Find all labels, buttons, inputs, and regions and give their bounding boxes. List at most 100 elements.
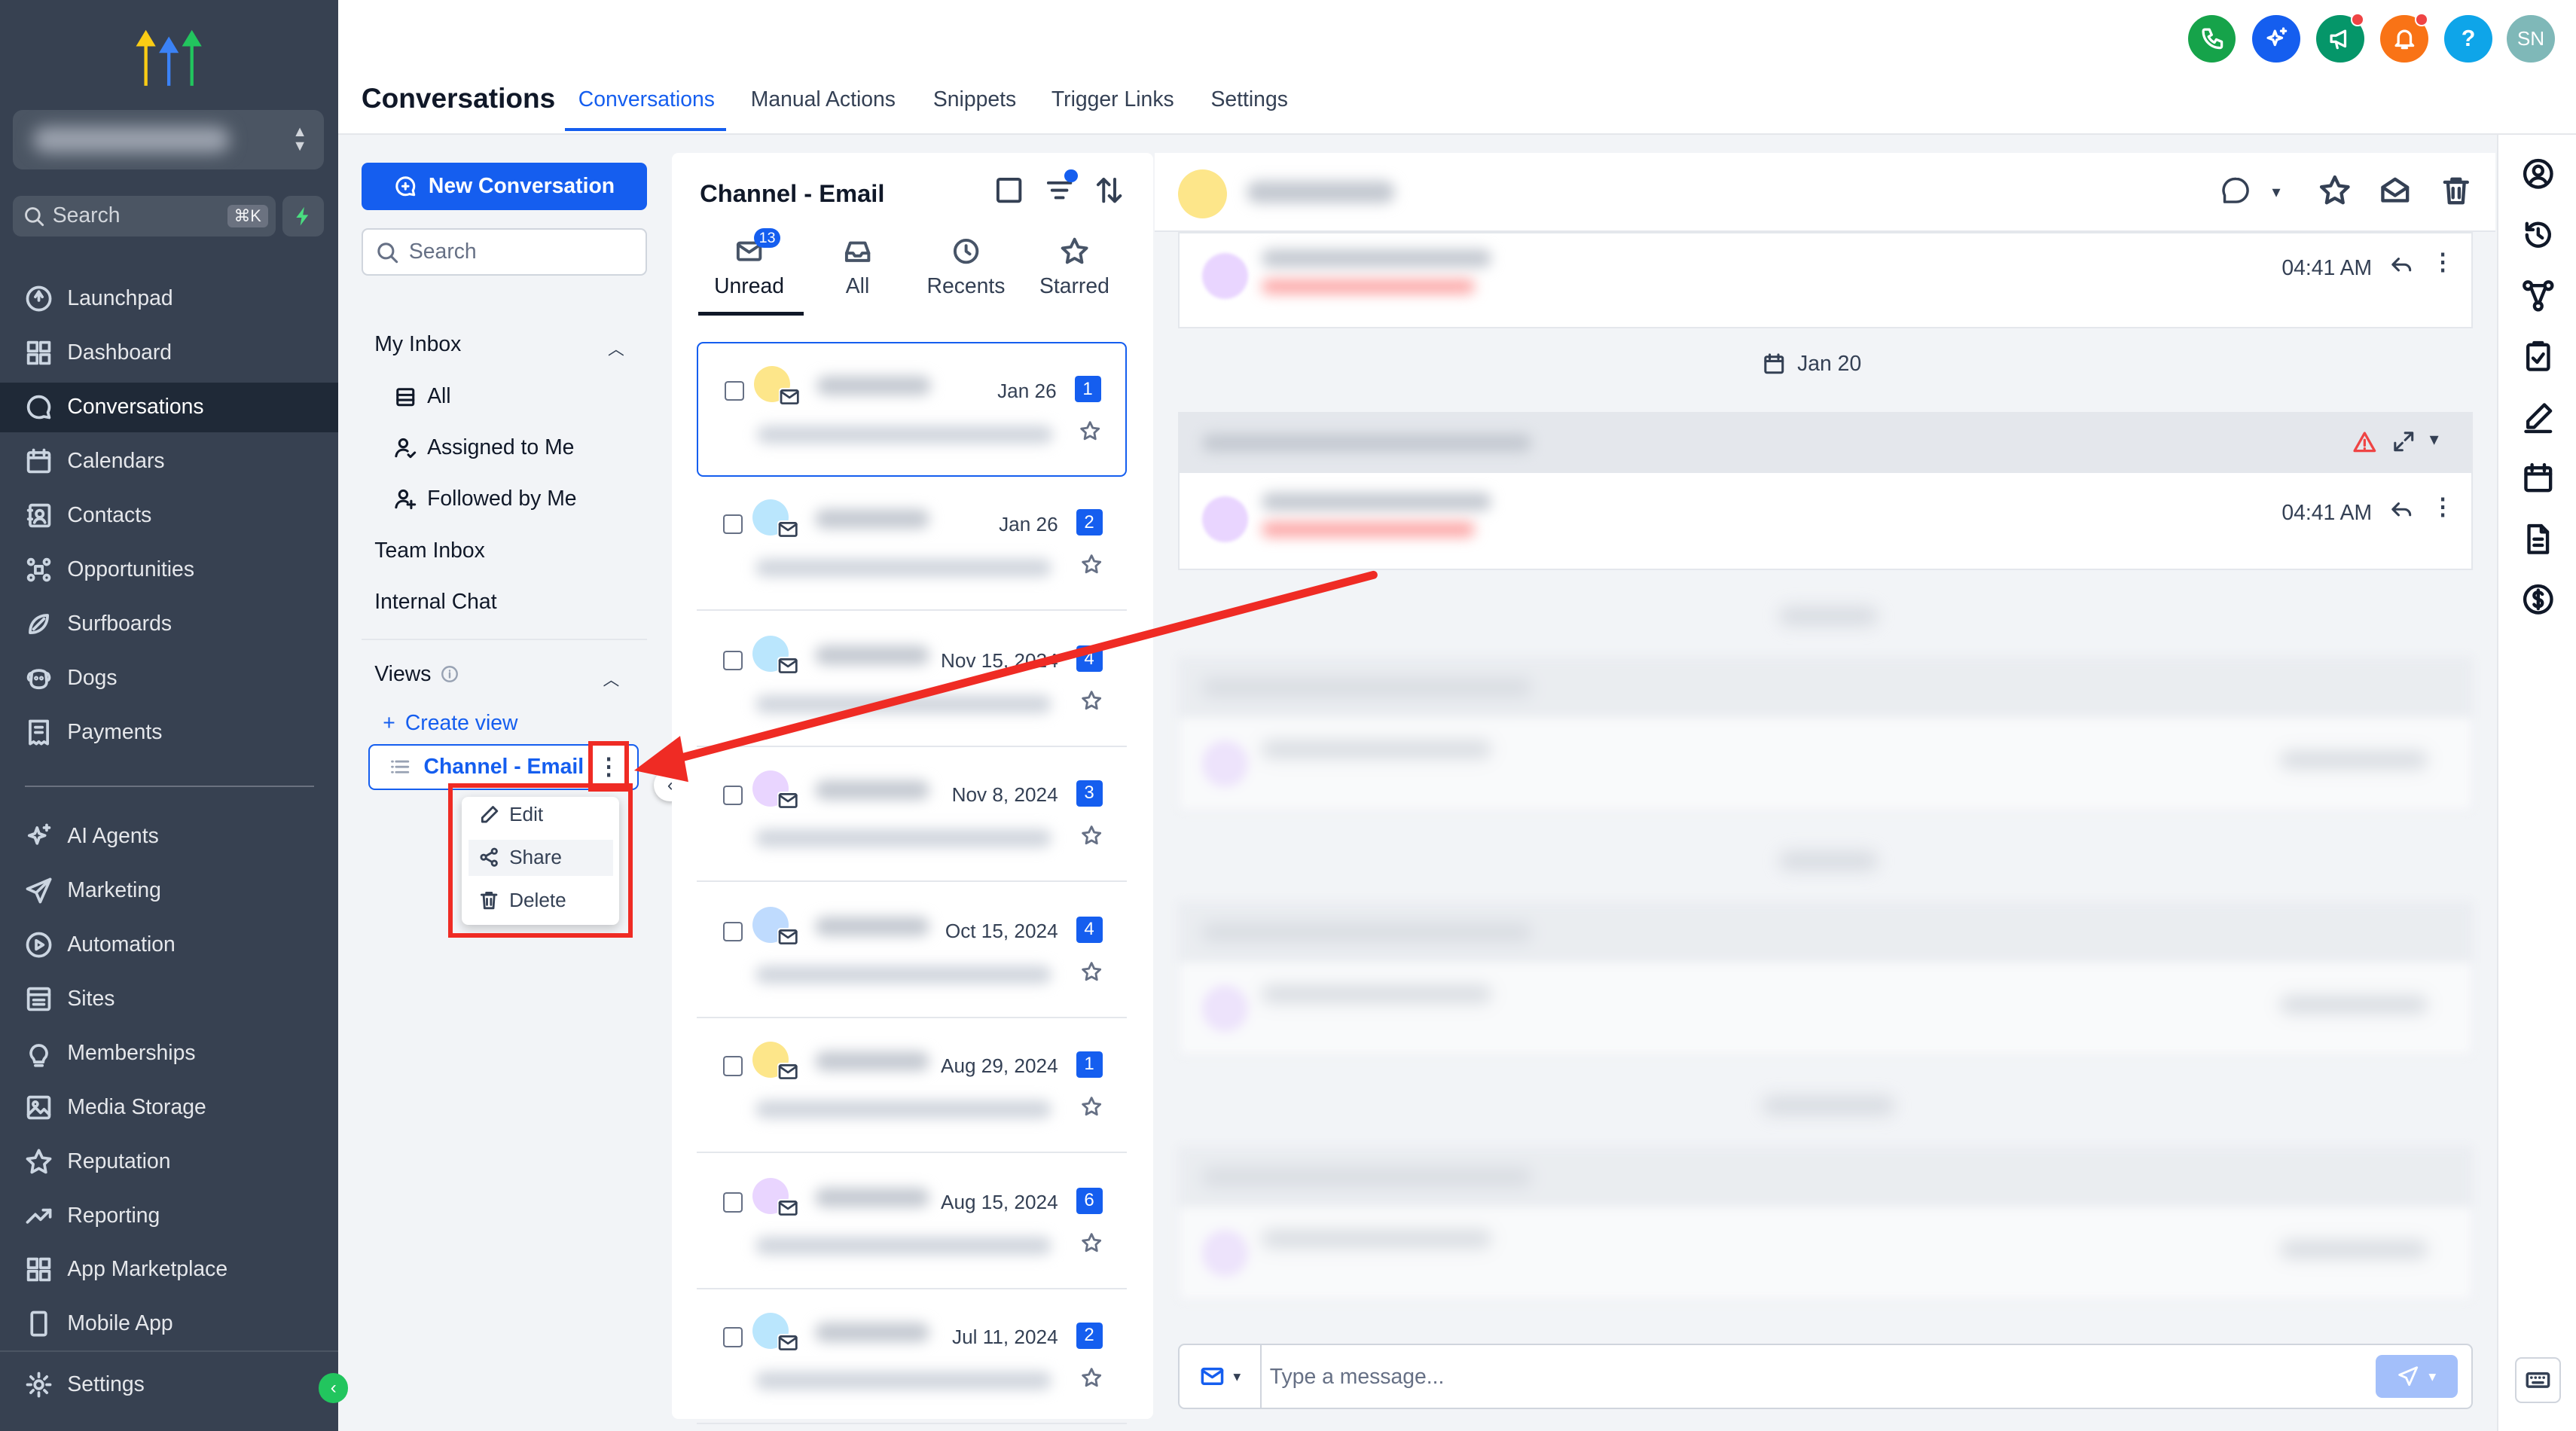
tab-manual-actions[interactable]: Manual Actions xyxy=(751,87,896,112)
conversation-row[interactable]: Nov 8, 2024 3 xyxy=(696,747,1128,883)
star-icon[interactable] xyxy=(1081,1232,1102,1253)
reply-button[interactable] xyxy=(2390,498,2413,521)
conversation-row[interactable]: Jul 11, 2024 2 xyxy=(696,1289,1128,1425)
conversation-row[interactable]: Aug 29, 2024 1 xyxy=(696,1018,1128,1154)
announcements-button[interactable] xyxy=(2316,13,2364,63)
sidebar-item-ai-agents[interactable]: AI Agents xyxy=(0,811,338,860)
chevron-up-icon[interactable]: ︿ xyxy=(608,337,624,360)
chevron-up-icon[interactable]: ︿ xyxy=(603,667,619,691)
appointments-button[interactable] xyxy=(2522,462,2555,495)
avatar[interactable]: SN xyxy=(2507,14,2555,63)
star-icon[interactable] xyxy=(1081,1367,1102,1388)
sidebar-item-contacts[interactable]: Contacts xyxy=(0,491,338,540)
row-checkbox[interactable] xyxy=(722,921,743,941)
star-icon[interactable] xyxy=(1081,554,1102,575)
tab-starred[interactable]: Starred xyxy=(1025,236,1124,299)
delete-conversation-button[interactable] xyxy=(2440,174,2473,207)
phone-button[interactable] xyxy=(2188,14,2236,63)
sidebar-item-reputation[interactable]: Reputation xyxy=(0,1137,338,1185)
sidebar-item-sites[interactable]: Sites xyxy=(0,974,338,1023)
reply-button[interactable] xyxy=(2390,253,2413,276)
my-inbox-heading[interactable]: My Inbox xyxy=(374,332,461,357)
star-icon[interactable] xyxy=(1081,961,1102,982)
help-button[interactable]: ? xyxy=(2444,14,2492,63)
sort-button[interactable] xyxy=(1094,175,1124,205)
new-conversation-button[interactable]: New Conversation xyxy=(361,162,648,211)
team-inbox-item[interactable]: Team Inbox xyxy=(374,539,485,563)
tab-snippets[interactable]: Snippets xyxy=(933,87,1016,112)
tab-all[interactable]: All xyxy=(808,236,907,299)
sidebar-item-conversations[interactable]: Conversations xyxy=(0,383,339,432)
star-icon[interactable] xyxy=(1081,825,1102,846)
sidebar-item-surfboards[interactable]: Surfboards xyxy=(0,600,338,648)
conversation-row[interactable]: Nov 15, 2024 4 xyxy=(696,613,1128,748)
message-input[interactable]: Type a message... xyxy=(1270,1365,1445,1390)
row-checkbox[interactable] xyxy=(722,1327,743,1347)
ai-assistant-button[interactable] xyxy=(2252,14,2300,63)
sidebar-item-memberships[interactable]: Memberships xyxy=(0,1028,338,1077)
star-icon[interactable] xyxy=(1079,420,1100,441)
more-vertical-icon[interactable]: ⋮ xyxy=(2431,494,2455,520)
conversation-row[interactable]: Jan 26 2 xyxy=(696,477,1128,612)
inbox-item-followed[interactable]: Followed by Me xyxy=(394,487,577,511)
star-icon[interactable] xyxy=(1081,690,1102,711)
documents-button[interactable] xyxy=(2522,523,2555,556)
tab-recents[interactable]: Recents xyxy=(917,236,1015,299)
contact-details-button[interactable] xyxy=(2522,157,2555,191)
chevron-down-icon[interactable]: ▾ xyxy=(2272,182,2280,202)
workflow-button[interactable] xyxy=(2522,279,2555,313)
row-checkbox[interactable] xyxy=(722,785,743,805)
sidebar-item-launchpad[interactable]: Launchpad xyxy=(0,274,338,323)
notes-button[interactable] xyxy=(2522,401,2555,434)
row-checkbox[interactable] xyxy=(722,514,743,534)
select-all-checkbox[interactable] xyxy=(994,175,1024,205)
sidebar-item-app-marketplace[interactable]: App Marketplace xyxy=(0,1245,338,1294)
email-thread-header[interactable]: ▾ xyxy=(1177,412,2473,471)
row-checkbox[interactable] xyxy=(724,380,744,401)
contact-avatar[interactable] xyxy=(1177,169,1228,219)
mark-read-button[interactable] xyxy=(2379,174,2412,207)
sidebar-item-automation[interactable]: Automation xyxy=(0,920,338,969)
sidebar-item-media-storage[interactable]: Media Storage xyxy=(0,1082,338,1131)
create-view-link[interactable]: + Create view xyxy=(383,711,517,736)
row-checkbox[interactable] xyxy=(722,650,743,670)
inbox-item-all[interactable]: All xyxy=(394,384,451,409)
conversation-row[interactable]: Aug 15, 2024 6 xyxy=(696,1155,1128,1290)
sidebar-item-payments[interactable]: Payments xyxy=(0,708,338,757)
sidebar-item-mobile-app[interactable]: Mobile App xyxy=(0,1299,338,1348)
channel-selector[interactable]: ▾ xyxy=(1180,1345,1262,1408)
star-icon[interactable] xyxy=(1081,1096,1102,1117)
views-heading[interactable]: Views xyxy=(374,662,459,687)
send-button[interactable]: ▾ xyxy=(2376,1355,2458,1398)
sidebar-item-dogs[interactable]: Dogs xyxy=(0,654,338,703)
sidebar-item-reporting[interactable]: Reporting xyxy=(0,1191,338,1240)
conversation-search-input[interactable]: Search xyxy=(361,228,648,276)
keyboard-shortcuts-button[interactable] xyxy=(2515,1356,2562,1403)
row-checkbox[interactable] xyxy=(722,1192,743,1213)
assign-button[interactable] xyxy=(2220,174,2253,207)
more-vertical-icon[interactable]: ⋮ xyxy=(2431,249,2455,276)
inbox-item-assigned[interactable]: Assigned to Me xyxy=(394,435,574,460)
notifications-button[interactable] xyxy=(2380,13,2428,63)
filter-button[interactable] xyxy=(1045,169,1078,205)
tab-unread[interactable]: Unread xyxy=(700,236,798,299)
tab-trigger-links[interactable]: Trigger Links xyxy=(1051,87,1174,112)
row-checkbox[interactable] xyxy=(722,1056,743,1076)
sidebar-item-dashboard[interactable]: Dashboard xyxy=(0,328,338,377)
tab-conversations[interactable]: Conversations xyxy=(578,87,715,112)
tab-settings[interactable]: Settings xyxy=(1210,87,1287,112)
tasks-button[interactable] xyxy=(2522,340,2555,373)
sidebar-item-opportunities[interactable]: Opportunities xyxy=(0,545,338,594)
star-button[interactable] xyxy=(2318,174,2352,207)
sidebar-item-settings[interactable]: Settings xyxy=(0,1360,338,1409)
conversation-row[interactable]: Oct 15, 2024 4 xyxy=(696,883,1128,1019)
account-switcher[interactable]: ▲ ▼ xyxy=(13,110,324,169)
activity-button[interactable] xyxy=(2522,218,2555,252)
sidebar-collapse-button[interactable]: ‹ xyxy=(319,1373,349,1403)
quick-action-button[interactable] xyxy=(282,195,324,237)
sidebar-item-calendars[interactable]: Calendars xyxy=(0,437,338,486)
conversation-row[interactable]: Jan 26 1 xyxy=(696,341,1128,477)
internal-chat-item[interactable]: Internal Chat xyxy=(374,590,496,615)
sidebar-item-marketing[interactable]: Marketing xyxy=(0,865,338,914)
payments-button[interactable] xyxy=(2522,583,2555,616)
